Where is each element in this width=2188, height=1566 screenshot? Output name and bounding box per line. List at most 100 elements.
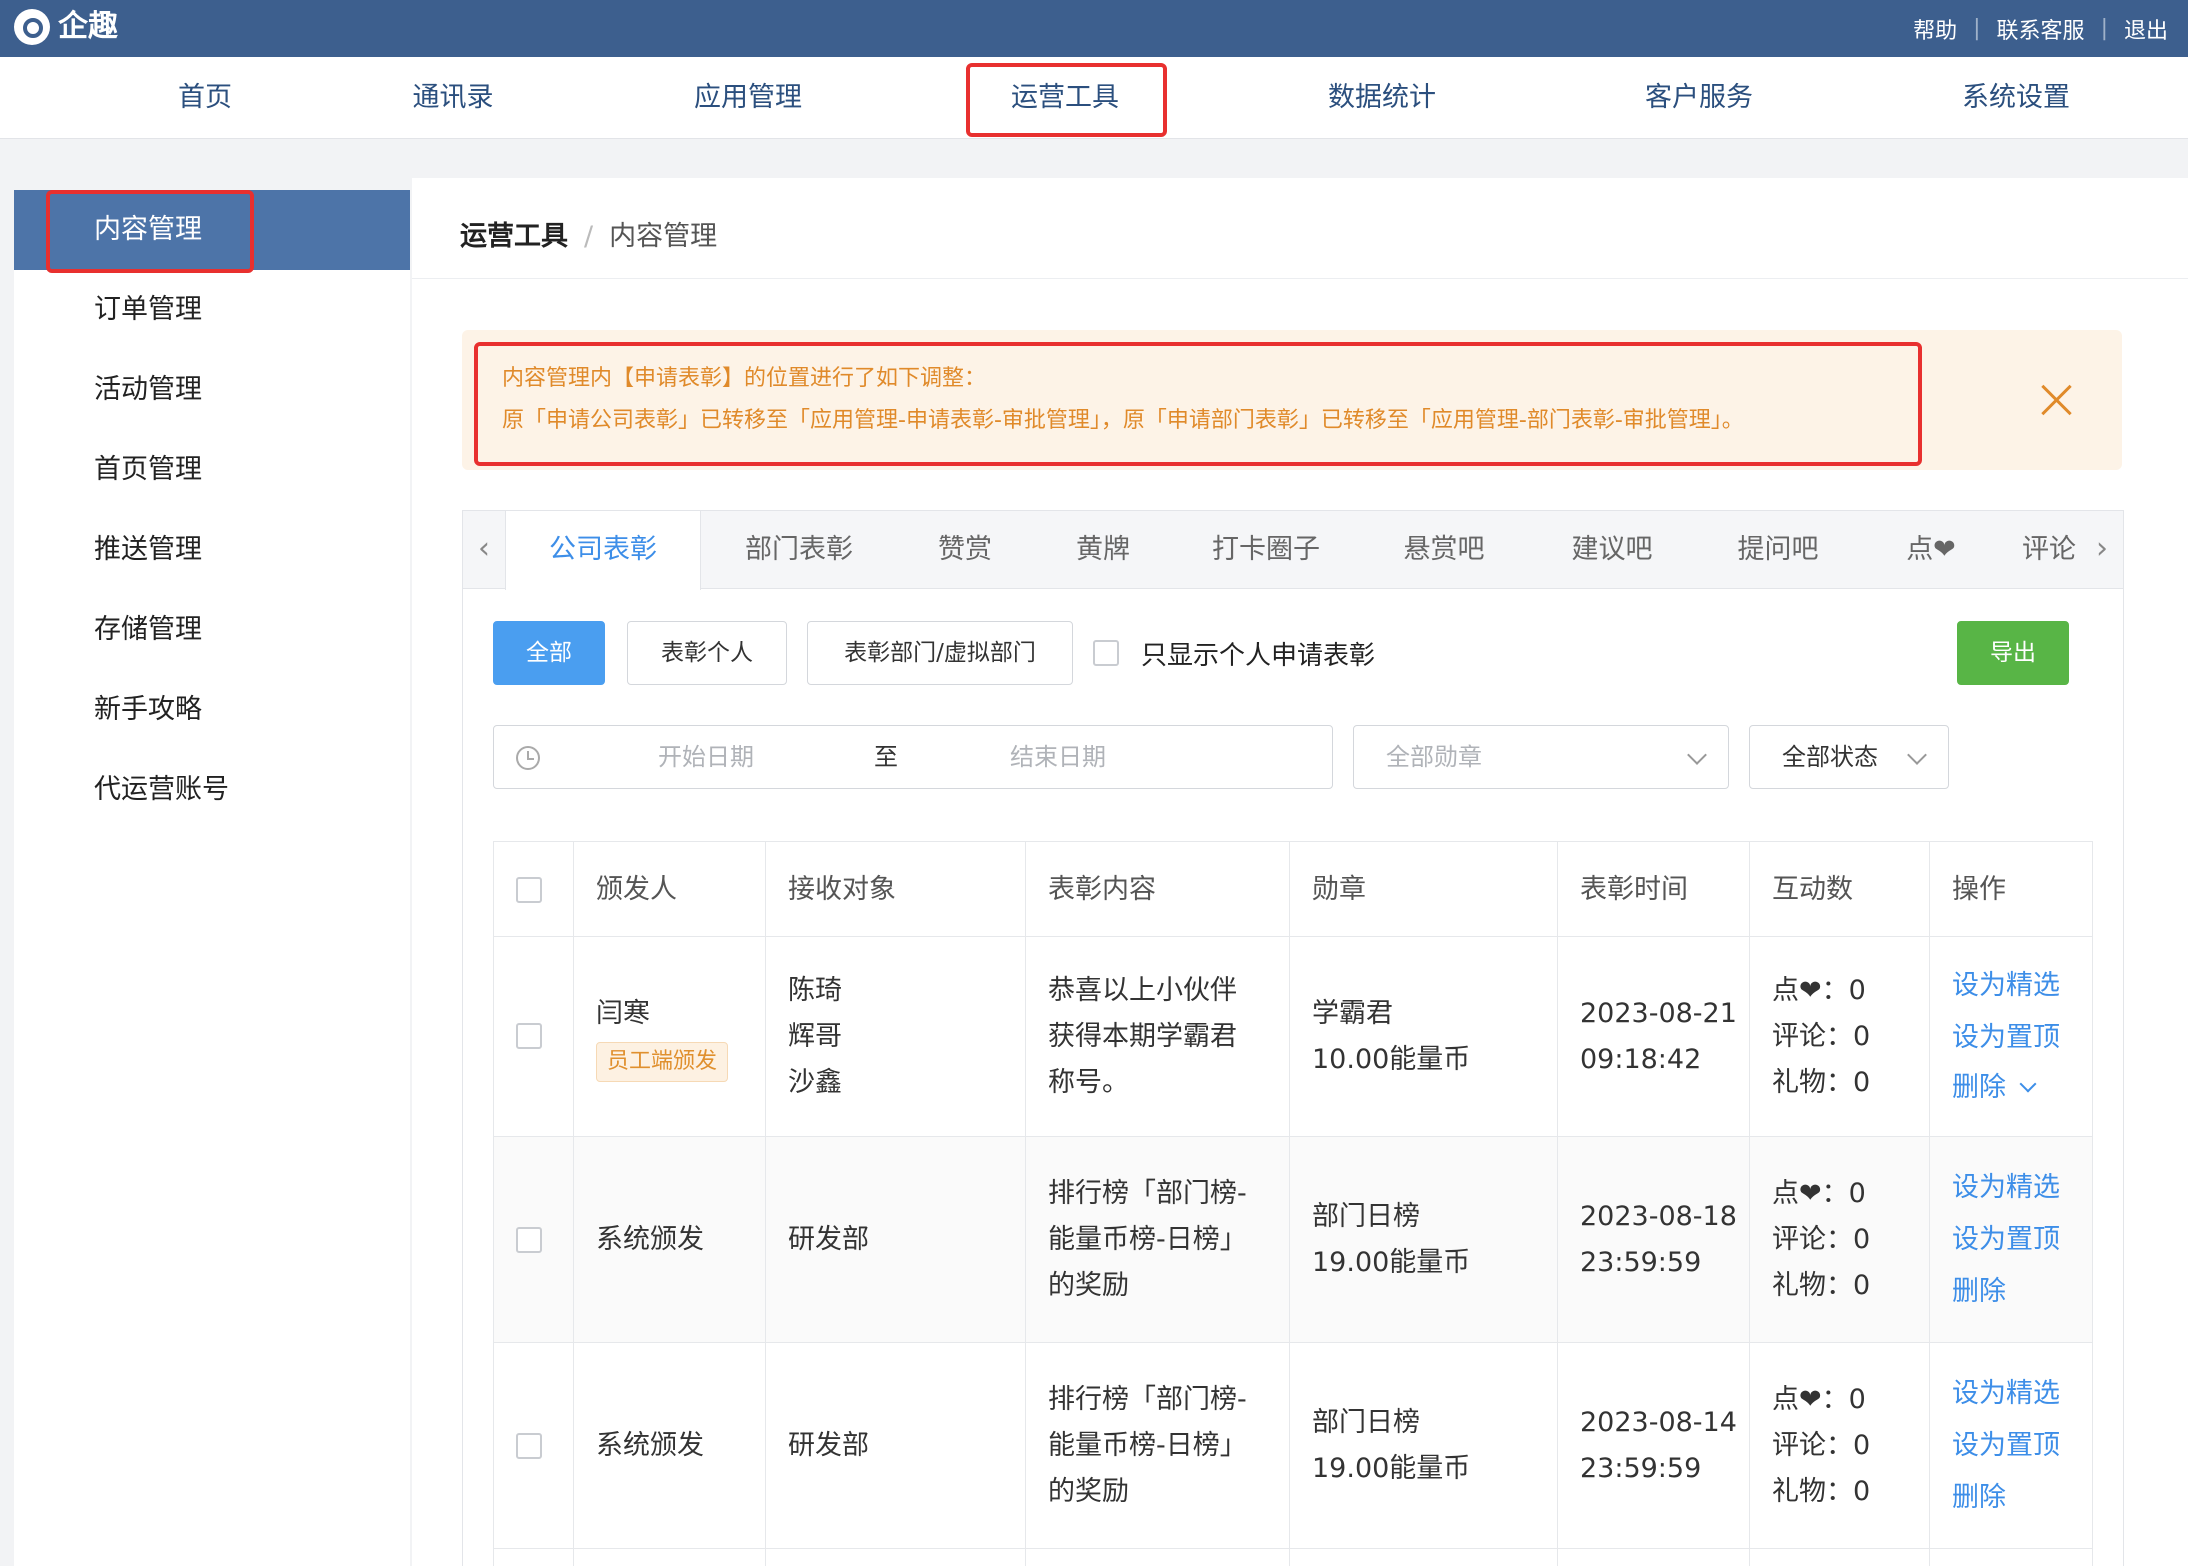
header-medal: 勋章 <box>1312 874 1366 905</box>
row-checkbox[interactable] <box>516 1227 542 1253</box>
filter-department-button[interactable]: 表彰部门/虚拟部门 <box>807 621 1073 685</box>
notice-alert: 内容管理内【申请表彰】的位置进行了如下调整： 原「申请公司表彰」已转移至「应用管… <box>462 330 2122 470</box>
sidebar-item-storage-management[interactable]: 存储管理 <box>14 590 410 670</box>
delete-link[interactable]: 删除 <box>1952 1475 2006 1521</box>
medal-reward: 10.00能量币 <box>1312 1044 1471 1075</box>
sidebar-item-beginner-guide[interactable]: 新手攻略 <box>14 670 410 750</box>
divider: | <box>1973 16 1981 41</box>
praise-date: 2023-08-18 <box>1580 1201 1737 1232</box>
nav-item-system-settings[interactable]: 系统设置 <box>1931 57 2101 139</box>
row-checkbox[interactable] <box>516 1023 542 1049</box>
nav-item-contacts[interactable]: 通讯录 <box>378 57 528 139</box>
header-content: 表彰内容 <box>1048 874 1156 905</box>
chevron-down-icon <box>1907 745 1927 765</box>
start-date-input[interactable]: 开始日期 <box>658 726 754 788</box>
tab-likes[interactable]: 点❤ <box>1861 511 2001 589</box>
select-all-checkbox[interactable] <box>516 877 542 903</box>
set-pinned-link[interactable]: 设为置顶 <box>1952 1217 2060 1263</box>
table-header: 颁发人 接收对象 表彰内容 勋章 表彰时间 互动数 操作 <box>494 841 2092 937</box>
tab-prev-icon[interactable]: ‹ <box>463 511 505 589</box>
breadcrumb-separator: / <box>584 221 594 252</box>
nav-item-app-management[interactable]: 应用管理 <box>663 57 833 139</box>
tab-bounty[interactable]: 悬赏吧 <box>1359 511 1529 589</box>
set-pinned-link[interactable]: 设为置顶 <box>1952 1015 2060 1061</box>
tab-appreciation[interactable]: 赞赏 <box>897 511 1033 589</box>
set-featured-link[interactable]: 设为精选 <box>1952 1165 2060 1211</box>
header-actions: 操作 <box>1952 874 2006 905</box>
status-select[interactable]: 全部状态 <box>1749 725 1949 789</box>
issuer-name: 系统颁发 <box>596 1224 704 1255</box>
tab-company-praise[interactable]: 公司表彰 <box>505 511 701 590</box>
sidebar-item-agency-account[interactable]: 代运营账号 <box>14 750 410 830</box>
delete-link[interactable]: 删除 <box>1952 1072 2006 1103</box>
tab-department-praise[interactable]: 部门表彰 <box>701 511 897 589</box>
sidebar-item-activity-management[interactable]: 活动管理 <box>14 350 410 430</box>
praise-content-line: 称号。 <box>1048 1067 1129 1098</box>
header-receiver: 接收对象 <box>788 874 896 905</box>
gifts-count: 礼物：0 <box>1772 1476 1871 1507</box>
set-pinned-link[interactable]: 设为置顶 <box>1952 1423 2060 1469</box>
tab-suggestions[interactable]: 建议吧 <box>1529 511 1695 589</box>
medal-select-placeholder: 全部勋章 <box>1386 743 1482 771</box>
sidebar-item-order-management[interactable]: 订单管理 <box>14 270 410 350</box>
praise-content-line: 能量币榜-日榜」 <box>1048 1224 1247 1255</box>
logout-link[interactable]: 退出 <box>2124 13 2168 45</box>
sidebar-item-push-management[interactable]: 推送管理 <box>14 510 410 590</box>
brand-name: 企趣 <box>58 9 118 44</box>
tab-next-icon[interactable]: › <box>2081 511 2123 589</box>
tab-yellow-card[interactable]: 黄牌 <box>1033 511 1173 589</box>
close-icon[interactable] <box>2038 382 2074 418</box>
content-panel: ‹ 公司表彰 部门表彰 赞赏 黄牌 打卡圈子 悬赏吧 建议吧 提问吧 点❤ 评论… <box>462 510 2124 1566</box>
filter-personal-button[interactable]: 表彰个人 <box>627 621 787 685</box>
praise-date: 2023-08-21 <box>1580 998 1737 1029</box>
date-range-picker[interactable]: 开始日期 至 结束日期 <box>493 725 1333 789</box>
header-interactions: 互动数 <box>1772 874 1853 905</box>
delete-link[interactable]: 删除 <box>1952 1269 2006 1315</box>
divider <box>412 278 2188 279</box>
table-row: 系统颁发 研发部 排行榜「部门榜- 能量币榜-日榜」 的奖励 部门日榜 19.0… <box>494 1137 2092 1343</box>
sidebar-item-homepage-management[interactable]: 首页管理 <box>14 430 410 510</box>
medal-name: 学霸君 <box>1312 998 1393 1029</box>
brand-logo[interactable]: 企趣 <box>14 9 118 45</box>
medal-reward: 19.00能量币 <box>1312 1453 1471 1484</box>
end-date-input[interactable]: 结束日期 <box>1010 726 1106 788</box>
tab-bar: ‹ 公司表彰 部门表彰 赞赏 黄牌 打卡圈子 悬赏吧 建议吧 提问吧 点❤ 评论… <box>463 511 2123 590</box>
set-featured-link[interactable]: 设为精选 <box>1952 1371 2060 1417</box>
help-link[interactable]: 帮助 <box>1913 13 1957 45</box>
alert-line-1: 内容管理内【申请表彰】的位置进行了如下调整： <box>502 366 987 391</box>
status-select-value: 全部状态 <box>1782 743 1878 771</box>
sidebar-item-content-management[interactable]: 内容管理 <box>14 190 410 270</box>
export-button[interactable]: 导出 <box>1957 621 2069 685</box>
breadcrumb-root[interactable]: 运营工具 <box>460 221 568 252</box>
receiver-name: 沙鑫 <box>788 1067 842 1098</box>
nav-item-operation-tools[interactable]: 运营工具 <box>980 57 1150 139</box>
praise-time: 23:59:59 <box>1580 1247 1702 1278</box>
comments-count: 评论：0 <box>1772 1430 1871 1461</box>
row-checkbox[interactable] <box>516 1433 542 1459</box>
tab-questions[interactable]: 提问吧 <box>1695 511 1861 589</box>
gifts-count: 礼物：0 <box>1772 1270 1871 1301</box>
medal-select[interactable]: 全部勋章 <box>1353 725 1729 789</box>
table-row: 闫寒 员工端颁发 陈琦 辉哥 沙鑫 恭喜以上小伙伴 获得本期学霸君 称号。 学霸… <box>494 937 2092 1137</box>
nav-item-customer-service[interactable]: 客户服务 <box>1614 57 1784 139</box>
medal-reward: 19.00能量币 <box>1312 1247 1471 1278</box>
table-row: 系统颁发 研发部 排行榜「部门榜- 能量币榜-日榜」 的奖励 部门日榜 19.0… <box>494 1343 2092 1549</box>
filter-all-button[interactable]: 全部 <box>493 621 605 685</box>
praise-content-line: 的奖励 <box>1048 1270 1129 1301</box>
praise-time: 23:59:59 <box>1580 1453 1702 1484</box>
nav-item-data-statistics[interactable]: 数据统计 <box>1297 57 1467 139</box>
comments-count: 评论：0 <box>1772 1224 1871 1255</box>
contact-support-link[interactable]: 联系客服 <box>1997 13 2085 45</box>
only-personal-checkbox[interactable] <box>1093 640 1119 666</box>
receiver-name: 研发部 <box>788 1430 869 1461</box>
set-featured-link[interactable]: 设为精选 <box>1952 963 2060 1009</box>
tab-checkin-circle[interactable]: 打卡圈子 <box>1173 511 1359 589</box>
date-range-separator: 至 <box>874 743 898 771</box>
chevron-down-icon[interactable] <box>2019 1075 2037 1093</box>
nav-item-home[interactable]: 首页 <box>130 57 280 139</box>
top-bar: 企趣 帮助 | 联系客服 | 退出 <box>0 0 2188 57</box>
likes-count: 点❤：0 <box>1772 1178 1866 1209</box>
clock-icon <box>516 746 540 770</box>
breadcrumb: 运营工具 / 内容管理 <box>460 214 717 253</box>
praise-content-line: 恭喜以上小伙伴 <box>1048 975 1237 1006</box>
